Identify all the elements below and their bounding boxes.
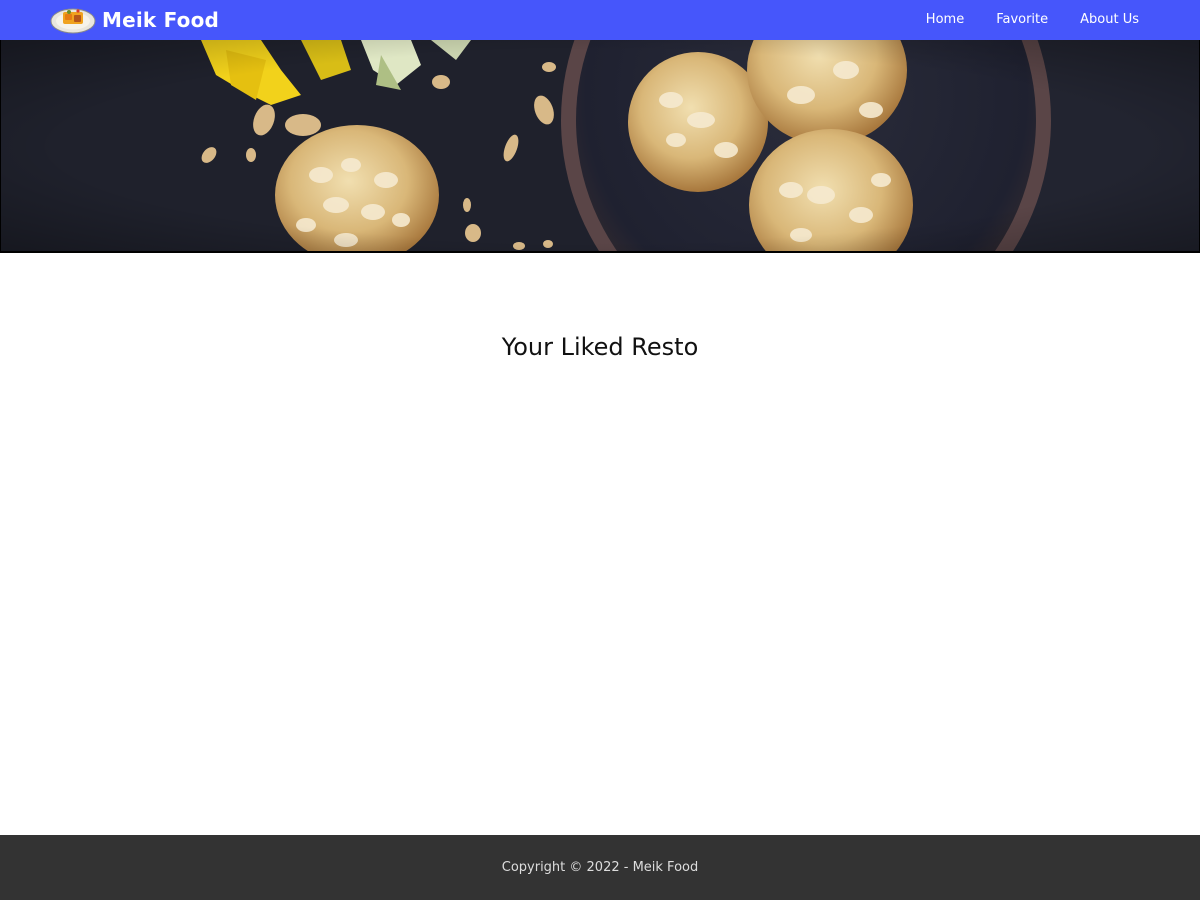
nav-favorite-link[interactable]: Favorite [980, 0, 1064, 40]
nav-about-link[interactable]: About Us [1064, 0, 1155, 40]
brand-name: Meik Food [102, 8, 220, 32]
food-plate-logo-icon [50, 8, 96, 34]
nav-home-link[interactable]: Home [910, 0, 980, 40]
app-header: Meik Food Home Favorite About Us [0, 0, 1200, 40]
app-footer: Copyright © 2022 - Meik Food [0, 835, 1200, 900]
brand-link[interactable]: Meik Food [50, 3, 219, 37]
cookies-hero-image [1, 40, 1199, 251]
hero-banner [0, 40, 1200, 253]
page-title: Your Liked Resto [501, 333, 699, 361]
main-content: Your Liked Resto [0, 253, 1200, 835]
main-nav: Home Favorite About Us [910, 0, 1155, 40]
copyright-text: Copyright © 2022 - Meik Food [501, 860, 699, 875]
